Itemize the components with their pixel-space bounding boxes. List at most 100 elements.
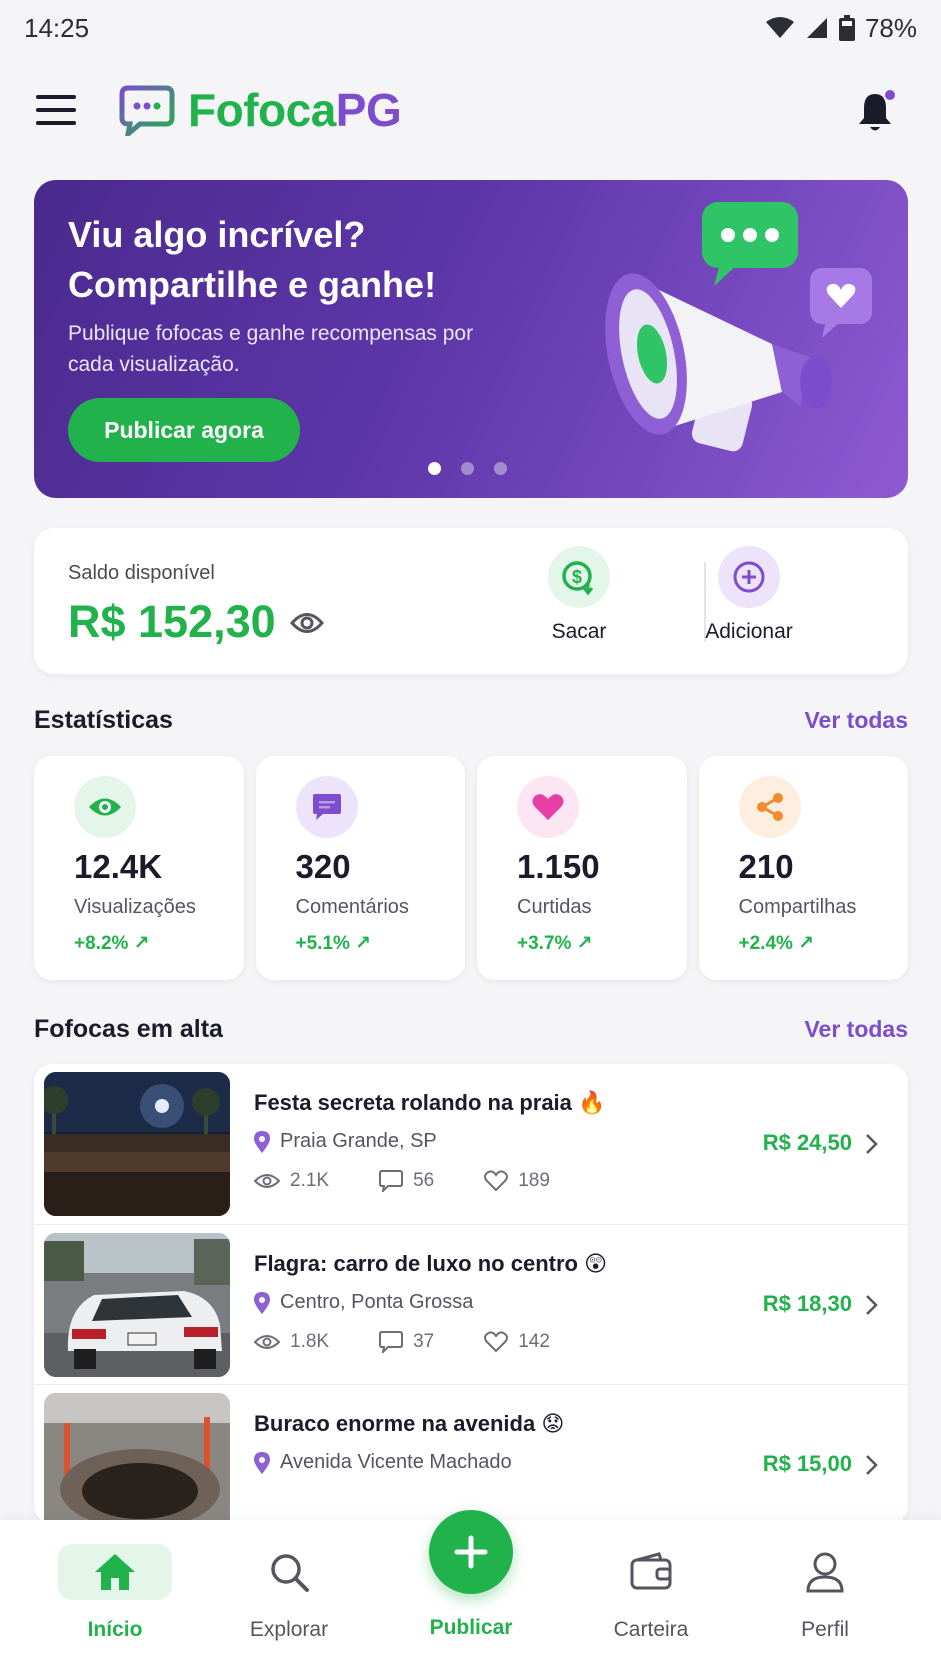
tab-home[interactable]: Início	[30, 1520, 200, 1672]
stat-label: Curtidas	[517, 896, 592, 918]
publish-plus-button[interactable]	[429, 1510, 513, 1594]
stat-delta: +5.1% ↗	[295, 933, 372, 954]
carousel-dots	[428, 462, 507, 475]
comment-icon	[295, 776, 358, 838]
stat-label: Comentários	[295, 896, 409, 918]
post-metrics: 2.1K 56 189	[254, 1170, 550, 1192]
notification-bell-icon[interactable]	[853, 88, 897, 136]
balance-value: R$ 152,30	[68, 596, 276, 647]
stats-title: Estatísticas	[34, 706, 173, 734]
post-location: Praia Grande, SP	[254, 1130, 437, 1153]
post-location: Avenida Vicente Machado	[254, 1451, 512, 1474]
svg-text:$: $	[572, 567, 582, 587]
balance-card: Saldo disponível R$ 152,30 $ Sacar Adici…	[34, 528, 908, 674]
add-funds-button[interactable]: Adicionar	[674, 546, 824, 656]
stat-delta: +2.4% ↗	[738, 933, 815, 954]
chat-logo-icon	[119, 85, 175, 136]
plus-circle-icon	[718, 546, 780, 608]
location-pin-icon	[254, 1291, 270, 1314]
post-reward: R$ 15,00	[762, 1451, 852, 1476]
user-icon	[768, 1544, 882, 1600]
publish-now-button[interactable]: Publicar agora	[68, 398, 300, 462]
post-reward: R$ 18,30	[762, 1291, 852, 1316]
post-thumbnail	[44, 1393, 230, 1524]
search-icon	[232, 1544, 346, 1600]
post-title: Flagra: carro de luxo no centro 😲	[254, 1251, 607, 1276]
carousel-dot[interactable]	[494, 462, 507, 475]
toggle-visibility-eye-icon[interactable]	[290, 610, 324, 636]
trending-section-header: Fofocas em alta Ver todas	[34, 1015, 908, 1044]
post-location: Centro, Ponta Grossa	[254, 1291, 473, 1314]
stat-value: 210	[738, 848, 794, 885]
stat-card-shares[interactable]: 210 Compartilhas +2.4% ↗	[698, 756, 908, 980]
tab-wallet[interactable]: Carteira	[566, 1520, 736, 1672]
views-metric: 1.8K	[254, 1331, 329, 1353]
stat-value: 1.150	[517, 848, 600, 885]
app-name: FofocaPG	[188, 84, 402, 136]
withdraw-button[interactable]: $ Sacar	[504, 546, 654, 656]
tab-home-label: Início	[87, 1618, 143, 1641]
stat-label: Compartilhas	[738, 896, 857, 918]
carousel-dot[interactable]	[461, 462, 474, 475]
stat-card-views[interactable]: 12.4K Visualizações +8.2% ↗	[34, 756, 244, 980]
tab-explore-label: Explorar	[249, 1618, 329, 1641]
battery-icon	[838, 15, 855, 41]
chevron-right-icon	[866, 1295, 878, 1315]
status-icons: 78%	[765, 13, 917, 44]
stat-card-likes[interactable]: 1.150 Curtidas +3.7% ↗	[477, 756, 687, 980]
app-bar: FofocaPG	[0, 72, 941, 148]
tab-publish-label[interactable]: Publicar	[381, 1616, 561, 1640]
chevron-right-icon	[866, 1134, 878, 1154]
post-title: Buraco enorme na avenida 😟	[254, 1411, 565, 1436]
wallet-icon	[594, 1544, 708, 1600]
banner-subtitle: Publique fofocas e ganhe recompensas por…	[68, 322, 474, 376]
tab-profile[interactable]: Perfil	[740, 1520, 910, 1672]
stat-delta: +8.2% ↗	[74, 933, 150, 954]
tab-profile-label: Perfil	[801, 1618, 849, 1641]
comments-metric: 37	[379, 1331, 434, 1353]
trending-see-all-link[interactable]: Ver todas	[804, 1016, 908, 1043]
views-metric: 2.1K	[254, 1170, 329, 1192]
comments-metric: 56	[379, 1170, 434, 1192]
list-item[interactable]: Festa secreta rolando na praia 🔥 Praia G…	[34, 1064, 908, 1224]
heart-icon	[484, 1331, 509, 1353]
plus-icon	[454, 1535, 488, 1569]
chevron-right-icon	[866, 1455, 878, 1475]
list-item[interactable]: Buraco enorme na avenida 😟 Avenida Vicen…	[34, 1384, 908, 1524]
trending-list: Festa secreta rolando na praia 🔥 Praia G…	[34, 1064, 908, 1524]
location-pin-icon	[254, 1130, 270, 1153]
home-icon	[58, 1544, 172, 1600]
tab-wallet-label: Carteira	[613, 1618, 689, 1641]
cellular-icon	[806, 18, 827, 38]
likes-metric: 189	[484, 1170, 550, 1192]
stat-card-comments[interactable]: 320 Comentários +5.1% ↗	[255, 756, 465, 980]
bottom-navigation: Início Explorar Publicar Carteira Perfil	[0, 1510, 941, 1672]
eye-icon	[254, 1335, 280, 1349]
share-icon	[738, 776, 801, 838]
carousel-dot[interactable]	[428, 462, 441, 475]
post-metrics: 1.8K 37 142	[254, 1331, 550, 1353]
withdraw-icon: $	[548, 546, 610, 608]
stat-value: 12.4K	[74, 848, 163, 885]
tab-explore[interactable]: Explorar	[204, 1520, 374, 1672]
battery-level: 78%	[864, 12, 917, 43]
heart-icon	[484, 1170, 509, 1192]
location-pin-icon	[254, 1451, 270, 1474]
megaphone-illustration	[605, 202, 872, 452]
heart-icon	[517, 776, 579, 838]
status-time: 14:25	[24, 12, 90, 43]
eye-icon	[254, 1174, 280, 1188]
stat-label: Visualizações	[74, 896, 196, 918]
brand-logo: FofocaPG	[118, 83, 402, 137]
add-funds-label: Adicionar	[705, 620, 793, 643]
wifi-icon	[765, 17, 794, 38]
withdraw-label: Sacar	[551, 620, 607, 643]
menu-icon[interactable]	[36, 95, 76, 125]
stat-value: 320	[295, 848, 351, 885]
post-thumbnail	[44, 1233, 230, 1377]
list-item[interactable]: Flagra: carro de luxo no centro 😲 Centro…	[34, 1224, 908, 1384]
stats-see-all-link[interactable]: Ver todas	[804, 707, 908, 734]
stats-row: 12.4K Visualizações +8.2% ↗ 320 Comentár…	[34, 756, 908, 980]
promo-banner[interactable]: Viu algo incrível? Compartilhe e ganhe! …	[34, 180, 908, 498]
likes-metric: 142	[484, 1331, 550, 1353]
